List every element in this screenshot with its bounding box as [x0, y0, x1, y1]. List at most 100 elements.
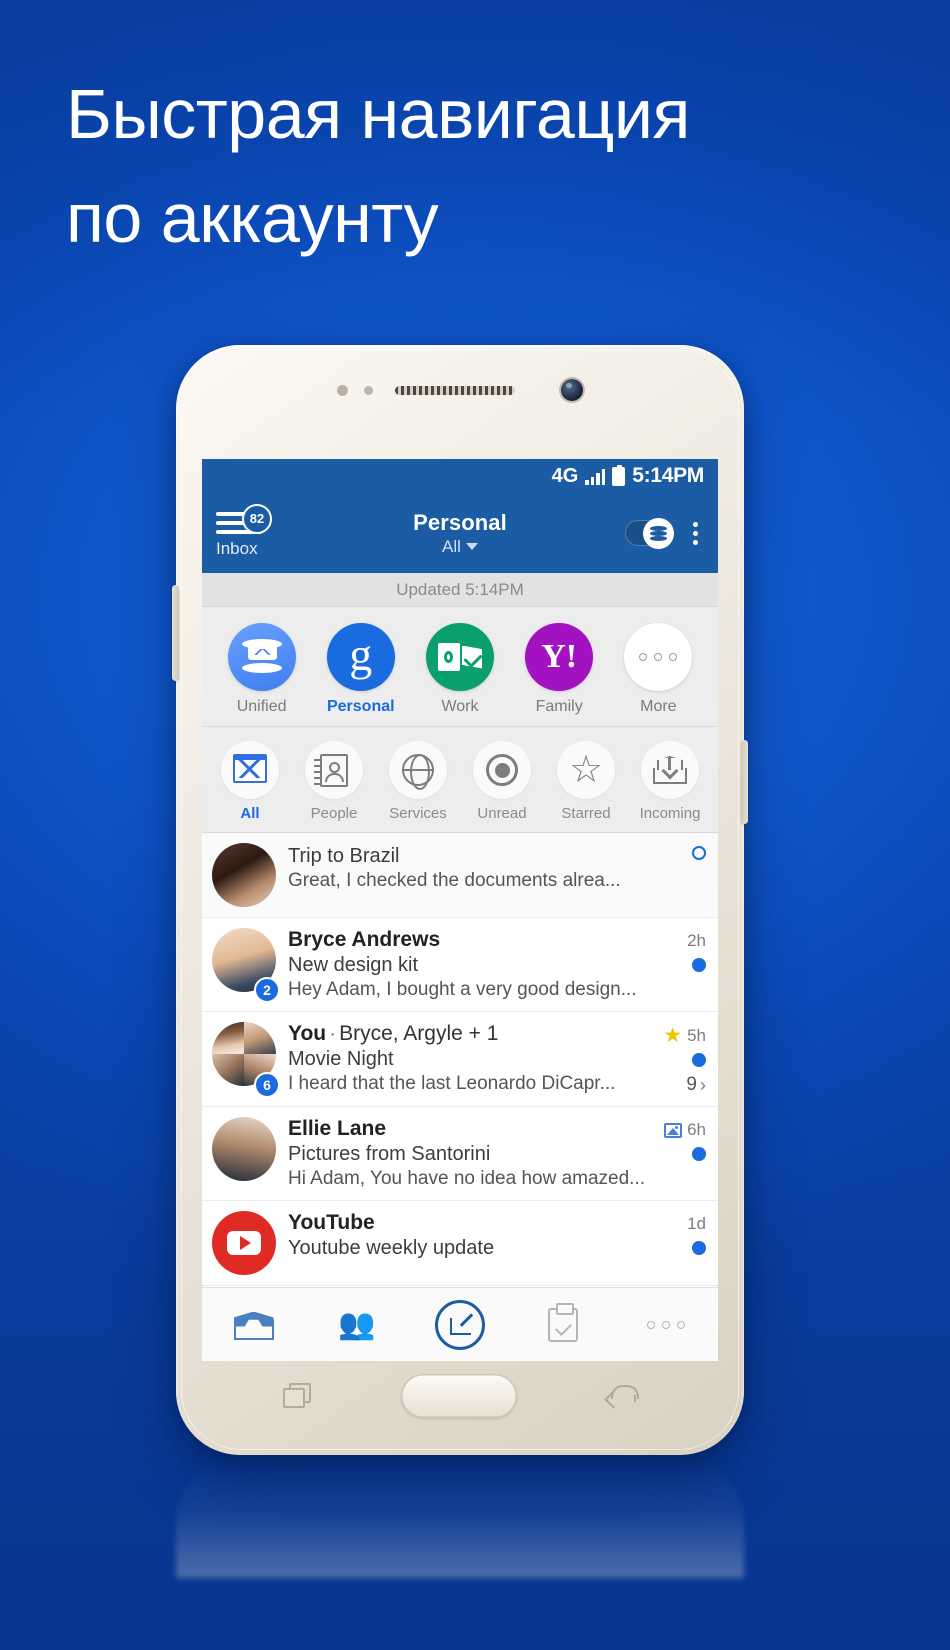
account-switcher-row: Unified g Personal Work Y! Family More [202, 607, 718, 727]
phone-sensor-row [176, 379, 744, 401]
filter-item-unread[interactable]: Unread [462, 741, 542, 822]
star-icon[interactable]: ★ [663, 1025, 682, 1046]
chevron-down-icon [465, 543, 478, 550]
filter-item-starred[interactable]: ☆ Starred [546, 741, 626, 822]
mail-preview: Great, I checked the documents alrea... [288, 870, 621, 891]
recents-key-icon[interactable] [283, 1383, 313, 1409]
avatar [212, 1211, 276, 1275]
filter-label: Starred [561, 805, 611, 822]
filter-item-incoming[interactable]: Incoming [630, 741, 710, 822]
filter-item-all[interactable]: All [210, 741, 290, 822]
compose-tab-icon [434, 1299, 485, 1350]
account-item-more[interactable]: More [615, 623, 701, 716]
account-item-work[interactable]: Work [417, 623, 503, 716]
power-button[interactable] [741, 740, 748, 824]
kebab-menu-icon[interactable] [687, 518, 704, 549]
tab-compose[interactable] [420, 1295, 500, 1355]
avatar [212, 1117, 276, 1190]
unread-indicator-icon[interactable] [692, 1147, 706, 1161]
filter-label: Unread [477, 805, 527, 822]
tab-people[interactable]: 👥 [317, 1295, 397, 1355]
tab-tasks[interactable] [523, 1295, 603, 1355]
more-tab-icon [647, 1320, 686, 1329]
inbox-menu-label: Inbox [216, 538, 258, 558]
network-type-label: 4G [551, 464, 579, 487]
avatar-photo [212, 843, 276, 907]
thread-count[interactable]: 9 › [686, 1074, 706, 1096]
unread-indicator-icon[interactable] [692, 958, 706, 972]
mail-subject: Trip to Brazil [288, 845, 400, 867]
filter-label: People [310, 805, 358, 822]
unread-dot-icon [473, 741, 531, 799]
mail-subject: New design kit [288, 954, 419, 976]
avatar-photo [212, 1117, 276, 1181]
updated-status-bar: Updated 5:14PM [202, 573, 718, 607]
thread-badge: 6 [254, 1072, 280, 1098]
mail-content: Bryce Andrews New design kit Hey Adam, I… [288, 928, 650, 1001]
signal-bars-icon [585, 468, 606, 485]
mail-timestamp: 1d [687, 1214, 706, 1233]
mail-content: Trip to Brazil Great, I checked the docu… [288, 843, 650, 907]
mail-preview: Hi Adam, You have no idea how amazed... [288, 1168, 646, 1189]
unified-mail-icon [227, 623, 296, 691]
mail-meta: ★ 5h 9 › [662, 1022, 706, 1096]
account-item-family[interactable]: Y! Family [516, 623, 602, 716]
table-row[interactable]: Trip to Brazil Great, I checked the docu… [202, 833, 718, 918]
unread-indicator-icon[interactable] [692, 846, 706, 860]
table-row[interactable]: Ellie Lane Pictures from Santorini Hi Ad… [202, 1107, 718, 1201]
mail-meta: 2h [662, 928, 706, 1001]
chevron-right-icon: › [700, 1074, 706, 1095]
proximity-sensor-icon [337, 384, 348, 396]
folder-selector[interactable]: All [442, 537, 478, 557]
app-bar-actions [625, 518, 704, 549]
avatar [212, 843, 276, 907]
unified-stack-toggle-icon [650, 526, 667, 541]
app-bar: 82 Inbox Personal All [202, 493, 718, 573]
tab-more[interactable] [626, 1295, 706, 1355]
account-label: Personal [326, 698, 395, 715]
tab-inbox[interactable] [214, 1295, 294, 1355]
phone-screen: 4G 5:14PM 82 Inbox Personal All Updated … [202, 459, 718, 1361]
front-camera-icon [561, 379, 583, 401]
phone-device: 4G 5:14PM 82 Inbox Personal All Updated … [172, 345, 748, 1455]
mail-subject: Pictures from Santorini [288, 1143, 491, 1165]
device-navigation-bar [176, 1361, 744, 1431]
google-icon: g [326, 623, 395, 691]
star-outline-icon: ☆ [557, 741, 615, 799]
table-row[interactable]: 6 You · Bryce, Argyle + 1 Movie Night I he… [202, 1012, 718, 1107]
earpiece-speaker [395, 385, 515, 395]
phone-reflection [176, 1458, 744, 1578]
hamburger-menu-icon[interactable]: 82 [216, 503, 272, 536]
inbox-download-icon [641, 741, 699, 799]
filter-item-services[interactable]: Services [378, 741, 458, 822]
yahoo-icon: Y! [525, 623, 594, 691]
unread-indicator-icon[interactable] [692, 1053, 706, 1067]
status-bar: 4G 5:14PM [202, 459, 718, 493]
unified-toggle[interactable] [625, 518, 674, 549]
attachment-image-icon [664, 1122, 683, 1138]
back-key-icon[interactable] [605, 1383, 639, 1409]
mail-list: Trip to Brazil Great, I checked the docu… [202, 833, 718, 1286]
inbox-menu-button[interactable]: 82 Inbox [216, 503, 302, 559]
account-label: More [640, 698, 677, 715]
mail-sender-others: Bryce, Argyle + 1 [339, 1022, 499, 1045]
people-tab-icon: 👥 [338, 1307, 376, 1341]
account-item-unified[interactable]: Unified [219, 623, 305, 716]
updated-text: Updated 5:14PM [396, 579, 524, 599]
inbox-tab-icon [233, 1310, 274, 1340]
globe-icon [389, 741, 447, 799]
home-key[interactable] [401, 1374, 517, 1418]
mail-preview: I heard that the last Leonardo DiCapr... [288, 1073, 616, 1094]
mail-content: You · Bryce, Argyle + 1 Movie Night I hear… [288, 1022, 650, 1096]
account-item-personal[interactable]: g Personal [318, 623, 404, 716]
mail-sender: Bryce Andrews [288, 928, 441, 951]
thread-count-value: 9 [686, 1074, 697, 1095]
toggle-knob [643, 518, 674, 549]
table-row[interactable]: 2 Bryce Andrews New design kit Hey Adam,… [202, 918, 718, 1012]
volume-button[interactable] [172, 585, 179, 681]
mail-sender: YouTube [288, 1211, 375, 1234]
table-row[interactable]: YouTube Youtube weekly update 1d [202, 1201, 718, 1286]
filter-item-people[interactable]: People [294, 741, 374, 822]
unread-indicator-icon[interactable] [692, 1241, 706, 1255]
avatar: 2 [212, 928, 280, 1003]
